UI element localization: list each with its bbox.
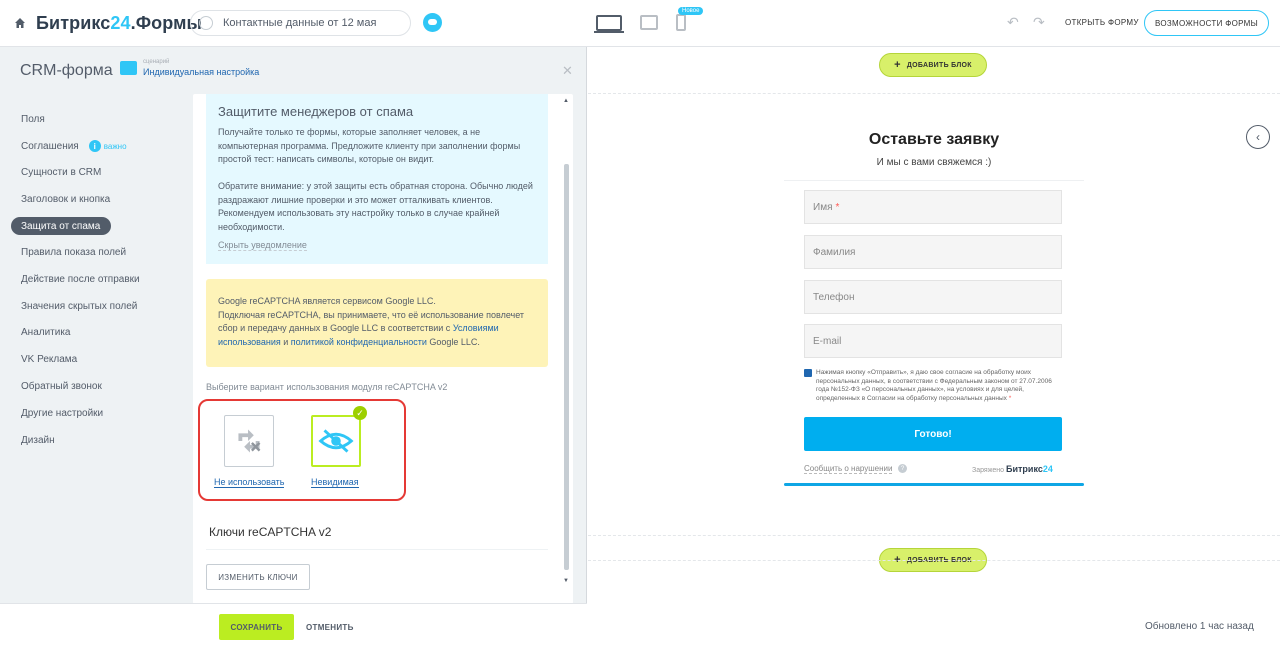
keys-title: Ключи reCAPTCHA v2 — [209, 525, 332, 539]
divider — [588, 93, 1280, 94]
nav-item-analytics[interactable]: Аналитика — [11, 320, 140, 347]
recaptcha-options-highlight: ✓ Не использовать Невидимая — [198, 399, 406, 501]
option-invisible-label[interactable]: Невидимая — [311, 477, 359, 488]
privacy-link[interactable]: политикой конфиденциальности — [291, 337, 427, 347]
redo-icon[interactable]: ↷ — [1033, 15, 1049, 29]
crm-form-preview: Оставьте заявку И мы с вами свяжемся :) … — [784, 125, 1084, 486]
tablet-view-icon[interactable] — [640, 15, 658, 30]
nav-item-callback[interactable]: Обратный звонок — [11, 373, 140, 400]
divider — [206, 549, 548, 550]
close-icon[interactable]: ✕ — [562, 63, 573, 79]
desktop-view-icon[interactable] — [594, 15, 624, 33]
settings-nav: Поля Соглашения i важно Сущности в CRM Заг… — [11, 106, 140, 454]
nav-item-fields[interactable]: Поля — [11, 106, 140, 133]
nav-item-crm-entities[interactable]: Сущности в CRM — [11, 160, 140, 187]
divider — [588, 535, 1280, 536]
consent-block: Нажимая кнопку «Отправить», я даю свое с… — [804, 369, 1062, 403]
report-abuse-link[interactable]: Сообщить о нарушении — [804, 464, 893, 474]
form-preview: + ДОБАВИТЬ БЛОК ‹ Оставьте заявку И мы с … — [588, 47, 1280, 647]
consent-text: Нажимая кнопку «Отправить», я даю свое с… — [816, 369, 1052, 402]
notice-warning-text: Обратите внимание: у этой защиты есть об… — [218, 181, 533, 232]
new-badge: Новое — [678, 7, 704, 15]
form-subheading: И мы с вами свяжемся :) — [876, 157, 992, 168]
scenario-link[interactable]: Индивидуальная настройка — [143, 67, 259, 77]
scenario-label: сценарий — [143, 59, 170, 65]
recaptcha-mode-label: Выберите вариант использования модуля re… — [206, 382, 448, 392]
form-title-text: Контактные данные от 12 мая — [223, 17, 377, 29]
scrollbar[interactable]: ▲ ▼ — [563, 98, 570, 590]
name-field[interactable]: Имя * — [804, 190, 1062, 224]
spam-settings-card: Защитите менеджеров от спама Получайте т… — [193, 94, 573, 604]
change-keys-button[interactable]: ИЗМЕНИТЬ КЛЮЧИ — [206, 564, 310, 590]
cloud-save-icon[interactable] — [423, 13, 442, 32]
mobile-view-icon[interactable] — [676, 14, 686, 31]
hide-notice-link[interactable]: Скрыть уведомление — [218, 240, 307, 251]
no-captcha-icon — [238, 429, 261, 453]
scroll-up-icon[interactable]: ▲ — [563, 98, 569, 104]
divider — [784, 180, 1084, 181]
plus-icon: + — [894, 59, 901, 71]
spam-notice: Защитите менеджеров от спама Получайте т… — [206, 94, 548, 264]
nav-item-header-button[interactable]: Заголовок и кнопка — [11, 186, 140, 213]
divider — [588, 560, 1280, 561]
back-arrow-icon[interactable]: ‹ — [1246, 125, 1270, 149]
submit-button[interactable]: Готово! — [804, 417, 1062, 451]
scroll-down-icon[interactable]: ▼ — [563, 578, 569, 584]
form-icon — [199, 16, 213, 30]
form-features-button[interactable]: ВОЗМОЖНОСТИ ФОРМЫ — [1144, 10, 1269, 36]
form-accent-line — [784, 483, 1084, 486]
powered-by[interactable]: Заряжено Битрикс24 — [972, 464, 1053, 474]
updated-status: Обновлено 1 час назад — [1145, 621, 1254, 632]
open-form-link[interactable]: ОТКРЫТЬ ФОРМУ — [1065, 18, 1139, 27]
important-label: важно — [103, 141, 127, 151]
cancel-button[interactable]: ОТМЕНИТЬ — [306, 623, 354, 632]
recaptcha-notice: Google reCAPTCHA является сервисом Googl… — [206, 279, 548, 367]
info-icon: i — [88, 140, 101, 153]
nav-item-spam-protection[interactable]: Защита от спама — [11, 217, 111, 236]
surname-field[interactable]: Фамилия — [804, 235, 1062, 269]
settings-panel: CRM-форма сценарий Индивидуальная настро… — [0, 47, 587, 647]
add-block-button-top[interactable]: + ДОБАВИТЬ БЛОК — [879, 53, 987, 77]
form-heading: Оставьте заявку — [868, 131, 1000, 148]
nav-item-agreements[interactable]: Соглашения i важно — [11, 133, 140, 160]
nav-item-hidden-fields[interactable]: Значения скрытых полей — [11, 293, 140, 320]
notice-text: Получайте только те формы, которые запол… — [218, 127, 521, 164]
option-no-captcha-label[interactable]: Не использовать — [214, 477, 285, 488]
selected-check-icon: ✓ — [353, 406, 367, 420]
nav-item-design[interactable]: Дизайн — [11, 427, 140, 454]
notice-title: Защитите менеджеров от спама — [218, 104, 414, 119]
nav-item-field-rules[interactable]: Правила показа полей — [11, 239, 140, 266]
app-logo[interactable]: Битрикс24.Формы — [36, 13, 202, 34]
form-title-field[interactable]: Контактные данные от 12 мая — [190, 10, 411, 36]
home-icon[interactable] — [14, 17, 26, 29]
nav-item-vk-ads[interactable]: VK Реклама — [11, 346, 140, 373]
save-button[interactable]: СОХРАНИТЬ — [219, 614, 294, 640]
undo-icon[interactable]: ↶ — [1007, 15, 1023, 29]
consent-checkbox[interactable] — [804, 369, 812, 377]
phone-field[interactable]: Телефон — [804, 280, 1062, 314]
email-field[interactable]: E-mail — [804, 324, 1062, 358]
option-invisible[interactable] — [311, 415, 361, 467]
nav-item-after-submit[interactable]: Действие после отправки — [11, 266, 140, 293]
top-bar: Битрикс24.Формы Контактные данные от 12 … — [0, 0, 1280, 47]
option-no-captcha[interactable] — [224, 415, 274, 467]
scroll-thumb[interactable] — [564, 164, 569, 570]
help-icon[interactable]: ? — [898, 464, 907, 473]
panel-footer: СОХРАНИТЬ ОТМЕНИТЬ — [0, 603, 587, 647]
eye-off-icon — [318, 429, 354, 453]
nav-item-other-settings[interactable]: Другие настройки — [11, 400, 140, 427]
scenario-icon — [120, 61, 137, 75]
panel-title: CRM-форма — [20, 62, 113, 79]
